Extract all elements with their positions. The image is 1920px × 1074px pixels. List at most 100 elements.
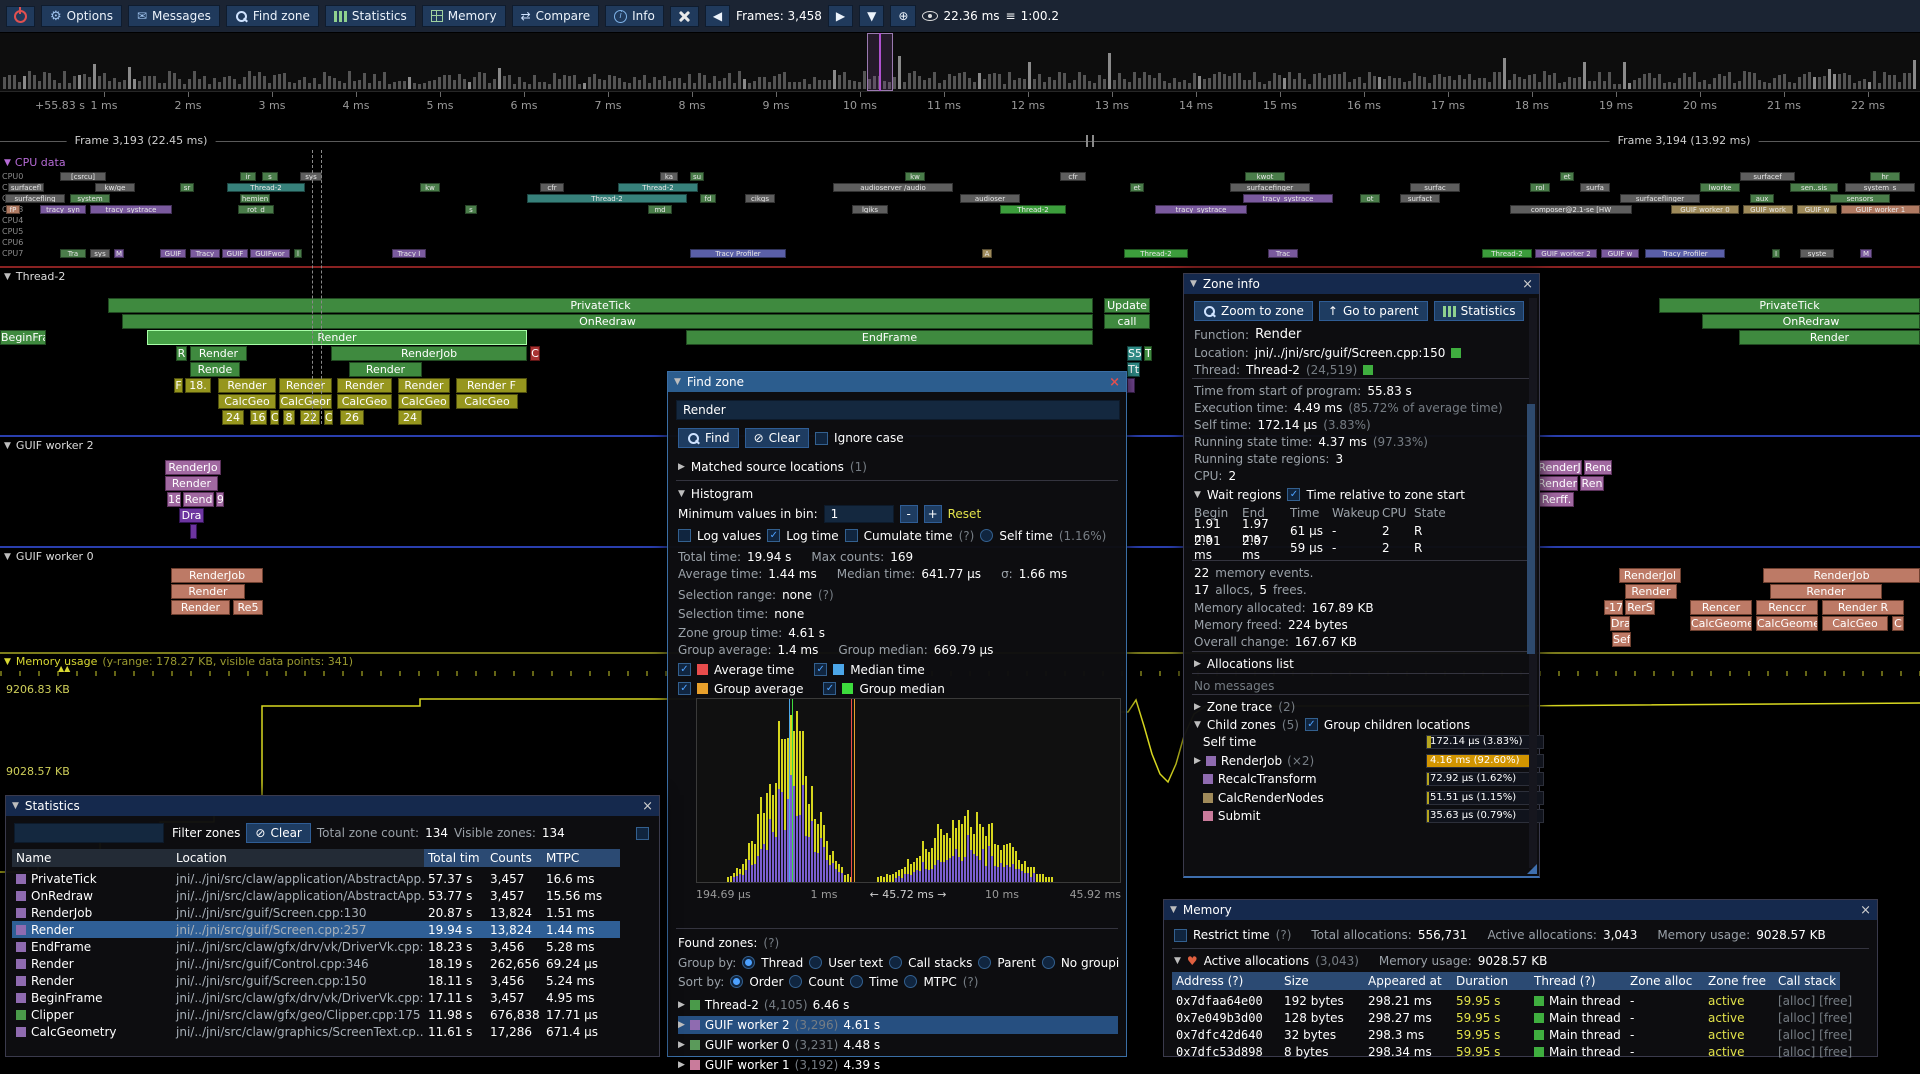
timeline-zone[interactable]: BeginFrame bbox=[0, 330, 46, 345]
tools-button[interactable] bbox=[670, 6, 699, 27]
thread-header[interactable]: ▼GUIF worker 2 bbox=[4, 439, 94, 452]
timeline-zone[interactable]: Rende bbox=[190, 362, 240, 377]
timeline-zone[interactable]: Render bbox=[218, 378, 276, 393]
timeline-zone[interactable]: Render bbox=[349, 362, 422, 377]
timeline-zone[interactable]: C bbox=[1892, 616, 1904, 631]
collapse-icon[interactable]: ▼ bbox=[12, 801, 19, 811]
timeline-zone[interactable]: CalcGeo bbox=[1822, 616, 1888, 631]
cpu-zone[interactable]: GUIF work bbox=[1743, 205, 1793, 214]
cpu-zone[interactable]: surfact bbox=[1400, 194, 1440, 203]
group-by-radio[interactable] bbox=[978, 956, 991, 969]
timeline-zone[interactable]: RenderJob bbox=[171, 568, 263, 583]
cpu-zone[interactable]: aux bbox=[1750, 194, 1774, 203]
frame-label-right[interactable]: Frame 3,194 (13.92 ms) bbox=[1610, 134, 1759, 147]
timeline-zone[interactable]: Render bbox=[165, 476, 218, 491]
cpu-zone[interactable]: GUIF worker 1 bbox=[1841, 205, 1920, 214]
cpu-zone[interactable]: GUIF w bbox=[1601, 249, 1639, 258]
column-header-location[interactable]: Location bbox=[172, 849, 424, 867]
collapse-icon[interactable]: ▼ bbox=[674, 377, 681, 387]
cpu-zone[interactable]: s bbox=[262, 172, 278, 181]
memory-column-header[interactable]: Thread (?) bbox=[1530, 972, 1626, 990]
cpu-zone[interactable]: surfac bbox=[1410, 183, 1460, 192]
timeline-zone[interactable]: Rend bbox=[1584, 460, 1612, 475]
call-stack-cell[interactable]: [alloc] [free] bbox=[1774, 1045, 1856, 1059]
cpu-zone[interactable]: ot bbox=[1360, 194, 1380, 203]
timeline-zone[interactable]: OnRedraw bbox=[122, 314, 1093, 329]
memory-column-header[interactable]: Duration bbox=[1452, 972, 1530, 990]
timeline-zone[interactable]: 22 bbox=[300, 410, 320, 425]
expand-icon[interactable]: ▶ bbox=[678, 1020, 685, 1030]
help-marker[interactable]: (?) bbox=[818, 588, 834, 602]
close-icon[interactable]: × bbox=[1860, 904, 1871, 917]
found-zone-group-row[interactable]: ▶Thread-2(4,105)6.46 s bbox=[678, 996, 1118, 1014]
memory-titlebar[interactable]: ▼ Memory × bbox=[1164, 900, 1877, 920]
timeline-zone[interactable]: Render bbox=[1537, 476, 1578, 491]
timeline-zone[interactable]: EndFrame bbox=[686, 330, 1093, 345]
timeline-zone[interactable]: call bbox=[1104, 314, 1150, 329]
filter-input[interactable] bbox=[14, 823, 164, 843]
cpu-zone[interactable]: et bbox=[1560, 172, 1574, 181]
memory-column-header[interactable]: Size bbox=[1280, 972, 1364, 990]
self-time-radio[interactable] bbox=[980, 529, 993, 542]
expand-icon[interactable]: ▶ bbox=[678, 1040, 685, 1050]
compare-button[interactable]: ⇄Compare bbox=[512, 5, 600, 27]
cpu-zone[interactable]: surfacefling bbox=[5, 194, 65, 203]
cpu-zone[interactable]: GUIF worker 2 bbox=[1535, 249, 1597, 258]
cpu-zone[interactable]: A bbox=[982, 249, 992, 258]
timeline-zone[interactable]: -17 bbox=[1604, 600, 1623, 615]
timeline-zone[interactable]: RenderJob bbox=[331, 346, 527, 361]
expand-icon[interactable]: ▶ bbox=[1194, 756, 1201, 766]
found-zone-group-row[interactable]: ▶GUIF worker 2(3,296)4.61 s bbox=[678, 1016, 1118, 1034]
column-header-name[interactable]: Name bbox=[12, 849, 172, 867]
table-row[interactable]: Renderjni/../jni/src/guif/Screen.cpp:257… bbox=[12, 921, 620, 938]
allocation-row[interactable]: 0x7dfaa64e00192 bytes298.21 ms59.95 sMai… bbox=[1172, 992, 1856, 1009]
timeline-zone[interactable]: RenderJol bbox=[1619, 568, 1681, 583]
cpu-zone[interactable]: sensors bbox=[1830, 194, 1890, 203]
cpu-zone[interactable]: Thread-2 bbox=[527, 194, 687, 203]
child-zone-row[interactable]: RecalcTransform72.92 µs (1.62%) bbox=[1194, 771, 1527, 787]
cpu-zone[interactable]: cfr bbox=[1060, 172, 1086, 181]
collapse-icon[interactable]: ▼ bbox=[1174, 956, 1181, 966]
cpu-zone[interactable]: [csrcu] bbox=[60, 172, 106, 181]
timeline-zone[interactable]: PrivateTick bbox=[108, 298, 1093, 313]
address-cell[interactable]: 0x7dfc42d640 bbox=[1172, 1028, 1280, 1042]
timeline-zone[interactable]: RenderJob bbox=[1763, 568, 1920, 583]
statistics-table-header[interactable]: Name Location Total tim Counts MTPC bbox=[12, 849, 620, 867]
timeline-zone[interactable] bbox=[190, 524, 197, 539]
timeline-zone[interactable]: Rencer bbox=[1690, 600, 1752, 615]
timeline-zone[interactable]: Render bbox=[147, 330, 527, 345]
sort-by-radio[interactable] bbox=[730, 975, 743, 988]
statistics-button[interactable]: Statistics bbox=[325, 5, 416, 27]
cpu-zone[interactable]: surfacef bbox=[1740, 172, 1795, 181]
timeline-zone[interactable]: Render bbox=[1770, 584, 1882, 599]
timeline-zone[interactable]: RerS bbox=[1625, 600, 1655, 615]
cpu-zone[interactable]: Thread-2 bbox=[618, 183, 698, 192]
frame-dropdown-button[interactable]: ▼ bbox=[859, 5, 884, 27]
collapse-icon[interactable]: ▼ bbox=[4, 441, 11, 451]
cpu-zone[interactable]: composer@2.1-se [HW bbox=[1510, 205, 1632, 214]
cpu-zone[interactable]: md bbox=[648, 205, 672, 214]
timeline-zone[interactable]: Dra bbox=[1610, 616, 1630, 631]
help-marker[interactable]: (?) bbox=[963, 975, 979, 989]
timeline-zone[interactable]: C bbox=[324, 410, 333, 425]
timeline-zone[interactable]: CalcGeo bbox=[398, 394, 450, 409]
sort-by-radio[interactable] bbox=[904, 975, 917, 988]
timeline-zone[interactable]: CalcGeome bbox=[1690, 616, 1752, 631]
timeline-zone[interactable]: C bbox=[530, 346, 540, 361]
timeline-zone[interactable]: Render bbox=[171, 600, 230, 615]
group-median-line-checkbox[interactable]: ✓ bbox=[823, 682, 836, 695]
thread-header[interactable]: ▼Thread-2 bbox=[4, 270, 65, 283]
cpu-zone[interactable]: tracy_systrace bbox=[1243, 194, 1333, 203]
cpu-zone[interactable]: surfacefl bbox=[8, 183, 44, 192]
cpu-zone[interactable]: system bbox=[70, 194, 110, 203]
reset-button[interactable]: Reset bbox=[948, 507, 982, 521]
timeline-zone[interactable]: Render R bbox=[1822, 600, 1904, 615]
cpu-zone[interactable]: system_s bbox=[1845, 183, 1915, 192]
histogram-plot[interactable] bbox=[696, 698, 1121, 883]
frame-markers[interactable]: Frame 3,193 (22.45 ms) Frame 3,194 (13.9… bbox=[0, 132, 1920, 150]
cpu-zone[interactable]: Tra bbox=[60, 249, 86, 258]
cpu-zone[interactable]: Tracy Profiler bbox=[1645, 249, 1725, 258]
filter-settings-icon[interactable] bbox=[636, 827, 649, 840]
zoom-to-zone-button[interactable]: Zoom to zone bbox=[1194, 301, 1313, 321]
table-row[interactable]: Renderjni/../jni/src/guif/Screen.cpp:150… bbox=[12, 972, 620, 989]
